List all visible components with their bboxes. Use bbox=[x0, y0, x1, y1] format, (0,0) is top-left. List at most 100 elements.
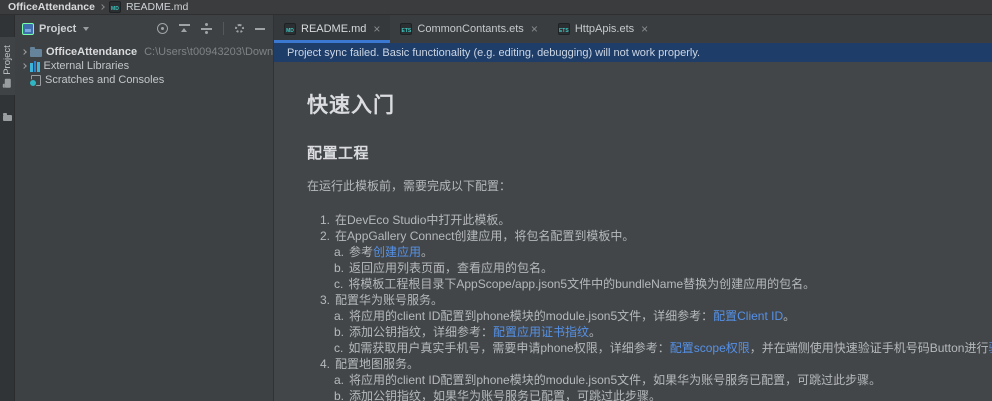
list-marker: a. bbox=[334, 245, 345, 259]
tab-commoncontants-ets[interactable]: ETS CommonContants.ets × bbox=[390, 15, 547, 43]
tree-item-label: OfficeAttendance bbox=[46, 46, 138, 58]
list-marker: 1. bbox=[320, 213, 331, 227]
tool-window-tab-label: Project bbox=[2, 44, 14, 75]
sync-failed-banner: Project sync failed. Basic functionality… bbox=[274, 43, 992, 62]
hide-icon[interactable] bbox=[255, 27, 265, 30]
md-file-icon: MD bbox=[284, 23, 296, 35]
chevron-right-icon[interactable] bbox=[21, 49, 27, 55]
banner-text: Project sync failed. Basic functionality… bbox=[287, 46, 701, 59]
chevron-right-icon bbox=[99, 4, 105, 10]
main-area: Project Project OfficeAttendance C:\Users… bbox=[0, 15, 992, 401]
list-item: b. 添加公钥指纹，详细参考：配置应用证书指纹。 bbox=[307, 324, 992, 340]
tree-row-library[interactable]: External Libraries bbox=[15, 59, 273, 73]
close-icon[interactable]: × bbox=[531, 23, 538, 35]
readme-link[interactable]: 配置应用证书指纹 bbox=[493, 325, 589, 339]
project-tree: OfficeAttendance C:\Users\t00943203\Downl… bbox=[15, 42, 273, 87]
list-marker: c. bbox=[334, 341, 344, 355]
tab-httpapis-ets[interactable]: ETS HttpApis.ets × bbox=[548, 15, 658, 43]
md-file-icon: MD bbox=[108, 1, 121, 13]
list-item: b. 添加公钥指纹，如果华为账号服务已配置，可跳过此步骤。 bbox=[307, 388, 992, 401]
tree-item-label: External Libraries bbox=[43, 60, 130, 72]
list-item: a. 将应用的client ID配置到phone模块的module.json5文件… bbox=[307, 308, 992, 324]
locate-icon[interactable] bbox=[157, 23, 168, 34]
list-item: 1. 在DevEco Studio中打开此模板。 bbox=[307, 212, 992, 228]
text-segment: 。 bbox=[589, 325, 602, 339]
tab-label: HttpApis.ets bbox=[574, 23, 635, 35]
tree-row-scratches[interactable]: Scratches and Consoles bbox=[15, 73, 273, 87]
list-marker: a. bbox=[334, 373, 345, 387]
list-marker: 4. bbox=[320, 357, 331, 371]
readme-link[interactable]: 创建应用 bbox=[373, 245, 421, 259]
breadcrumb-project[interactable]: OfficeAttendance bbox=[8, 1, 95, 13]
list-marker: 2. bbox=[320, 229, 331, 243]
project-panel-header: Project bbox=[15, 15, 273, 42]
tool-window-tab-project[interactable]: Project bbox=[0, 37, 15, 95]
project-tool-window-icon bbox=[22, 22, 34, 35]
list-marker: b. bbox=[334, 325, 345, 339]
text-segment: 在AppGallery Connect创建应用，将包名配置到模板中。 bbox=[335, 229, 635, 243]
divider bbox=[223, 22, 224, 35]
readme-link[interactable]: 验证获取手机号码 bbox=[988, 341, 992, 355]
text-segment: 配置地图服务。 bbox=[335, 357, 420, 371]
readme-link[interactable]: 配置scope权限 bbox=[670, 341, 750, 355]
readme-link[interactable]: 配置Client ID bbox=[713, 309, 783, 323]
text-segment: 返回应用列表页面，查看应用的包名。 bbox=[349, 261, 554, 275]
text-segment: 将应用的client ID配置到phone模块的module.json5文件，如… bbox=[349, 373, 882, 387]
project-panel-title[interactable]: Project bbox=[39, 23, 76, 35]
tab-label: CommonContants.ets bbox=[417, 23, 524, 35]
panel-toolbar bbox=[157, 22, 265, 35]
list-item: a. 将应用的client ID配置到phone模块的module.json5文件… bbox=[307, 372, 992, 388]
expand-collapse-icon[interactable] bbox=[201, 23, 212, 34]
tab-label: README.md bbox=[301, 23, 367, 35]
breadcrumb: OfficeAttendance MD README.md bbox=[0, 0, 992, 15]
list-marker: a. bbox=[334, 309, 345, 323]
tab-readme-md[interactable]: MD README.md × bbox=[274, 15, 391, 43]
folder-icon bbox=[30, 47, 42, 57]
list-item: b. 返回应用列表页面，查看应用的包名。 bbox=[307, 260, 992, 276]
readme-title: 快速入门 bbox=[307, 94, 395, 117]
list-item: c. 将模板工程根目录下AppScope/app.json5文件中的bundleN… bbox=[307, 276, 992, 292]
list-item: 3. 配置华为账号服务。 bbox=[307, 292, 992, 308]
text-segment: 参考 bbox=[349, 245, 374, 259]
settings-icon[interactable] bbox=[235, 24, 244, 33]
list-marker: c. bbox=[334, 277, 344, 291]
text-segment: 配置华为账号服务。 bbox=[335, 293, 444, 307]
folder-icon bbox=[4, 78, 11, 88]
readme-section-title: 配置工程 bbox=[307, 145, 370, 162]
breadcrumb-file[interactable]: README.md bbox=[126, 1, 188, 13]
list-item: a. 参考创建应用。 bbox=[307, 244, 992, 260]
close-icon[interactable]: × bbox=[373, 23, 380, 35]
text-segment: 在DevEco Studio中打开此模板。 bbox=[335, 213, 511, 227]
chevron-down-icon[interactable] bbox=[83, 26, 90, 31]
file-type-label: ETS bbox=[558, 28, 569, 34]
list-item: c. 如需获取用户真实手机号，需要申请phone权限，详细参考：配置scope权限… bbox=[307, 340, 992, 356]
ide-window: OfficeAttendance MD README.md Project Pr… bbox=[0, 0, 992, 401]
readme-intro: 在运行此模板前，需要完成以下配置： bbox=[307, 179, 512, 193]
ets-file-icon: ETS bbox=[557, 23, 570, 35]
library-icon bbox=[30, 60, 40, 72]
list-marker: 3. bbox=[320, 293, 331, 307]
list-marker: b. bbox=[334, 389, 345, 401]
list-item: 4. 配置地图服务。 bbox=[307, 356, 992, 372]
list-item: 2. 在AppGallery Connect创建应用，将包名配置到模板中。 bbox=[307, 228, 992, 244]
tab-bar: MD README.md × ETS CommonContants.ets × ETS Htt… bbox=[274, 15, 992, 43]
readme-preview: 快速入门 配置工程 在运行此模板前，需要完成以下配置： 1. 在DevEco St… bbox=[274, 62, 992, 401]
text-segment: 添加公钥指纹，详细参考： bbox=[349, 325, 494, 339]
close-icon[interactable]: × bbox=[641, 23, 648, 35]
text-segment: 如需获取用户真实手机号，需要申请phone权限，详细参考： bbox=[348, 341, 670, 355]
readme-steps: 1. 在DevEco Studio中打开此模板。 2. 在AppGallery Con… bbox=[307, 212, 992, 401]
editor-area: MD README.md × ETS CommonContants.ets × ETS Htt… bbox=[274, 15, 992, 401]
tree-item-label: Scratches and Consoles bbox=[45, 74, 165, 86]
file-type-label: MD bbox=[286, 28, 294, 34]
ets-file-icon: ETS bbox=[400, 23, 413, 35]
scratches-icon bbox=[29, 74, 41, 87]
file-type-label: ETS bbox=[401, 28, 412, 34]
tree-row-folder[interactable]: OfficeAttendance C:\Users\t00943203\Downl… bbox=[15, 45, 273, 59]
favorites-folder-icon[interactable] bbox=[3, 113, 12, 121]
text-segment: ，并在端侧使用快速验证手机号码Button进行 bbox=[749, 341, 989, 355]
text-segment: 将应用的client ID配置到phone模块的module.json5文件，详… bbox=[349, 309, 714, 323]
file-type-label: MD bbox=[111, 6, 119, 12]
chevron-right-icon[interactable] bbox=[21, 63, 27, 69]
collapse-all-icon[interactable] bbox=[179, 23, 190, 34]
text-segment: 添加公钥指纹，如果华为账号服务已配置，可跳过此步骤。 bbox=[349, 389, 662, 401]
